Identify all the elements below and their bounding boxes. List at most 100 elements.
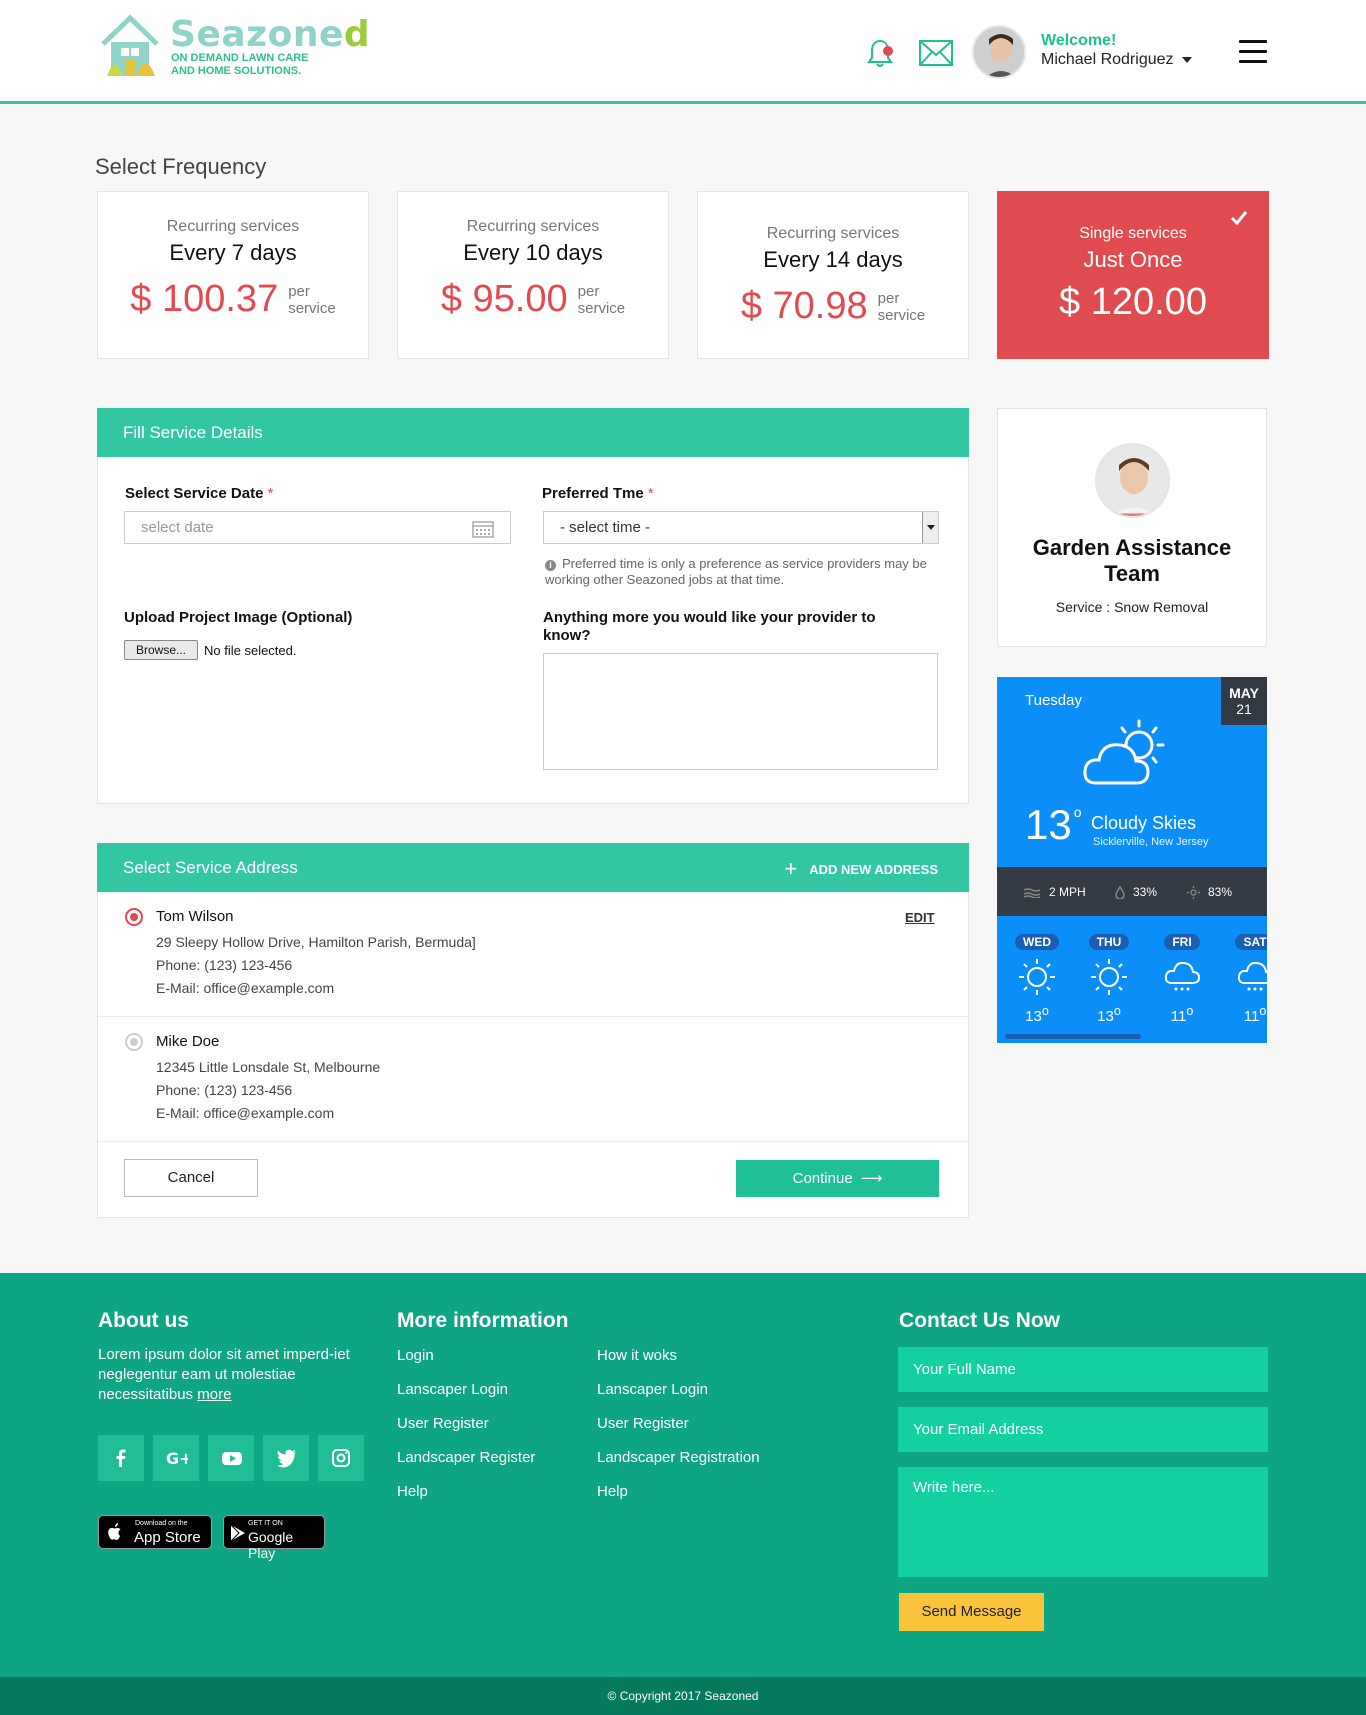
google-play-icon	[230, 1524, 245, 1542]
address-name: Tom Wilson	[156, 908, 234, 925]
more-link[interactable]: more	[197, 1386, 231, 1403]
youtube-icon[interactable]	[208, 1435, 254, 1481]
price-amount: $ 95.00	[440, 278, 568, 320]
forecast-day: FRI 11o	[1157, 933, 1207, 1025]
app-store-badge[interactable]: Download on the App Store	[98, 1515, 212, 1549]
google-play-badge[interactable]: GET IT ON Google Play	[223, 1515, 325, 1561]
browse-button[interactable]: Browse...	[124, 640, 198, 660]
footer-link-login[interactable]: Login	[397, 1347, 434, 1364]
footer-link-landscaper-registration[interactable]: Landscaper Registration	[597, 1449, 760, 1466]
frequency-price: $ 100.37 per service	[98, 278, 368, 321]
full-name-input[interactable]: Your Full Name	[898, 1347, 1268, 1392]
email-input[interactable]: Your Email Address	[898, 1407, 1268, 1452]
frequency-card-14-days[interactable]: Recurring services Every 14 days $ 70.98…	[697, 191, 969, 359]
footer-link-landscaper-login[interactable]: Lanscaper Login	[597, 1381, 708, 1398]
calendar-icon[interactable]	[472, 520, 494, 538]
site-footer: About us Lorem ipsum dolor sit amet impe…	[0, 1273, 1366, 1677]
frequency-sub: Single services	[1079, 225, 1187, 242]
price-unit: per service	[288, 282, 336, 317]
weather-condition: Cloudy Skies	[1091, 813, 1197, 833]
footer-link-help[interactable]: Help	[597, 1483, 628, 1500]
welcome-label: Welcome!	[1041, 32, 1117, 49]
forecast-scrollbar[interactable]	[1005, 1034, 1141, 1039]
footer-link-help[interactable]: Help	[397, 1483, 428, 1500]
frequency-label: Every 7 days	[169, 240, 297, 265]
wind-stat: 2 MPH	[1023, 885, 1086, 899]
service-date-input[interactable]: select date	[124, 511, 511, 544]
price-unit: per service	[577, 282, 626, 317]
info-icon: i	[545, 560, 556, 571]
footer-link-landscaper-register[interactable]: Landscaper Register	[397, 1449, 535, 1466]
sun-small-icon	[1187, 886, 1200, 900]
service-address-panel: Select Service Address + ADD NEW ADDRESS …	[97, 843, 969, 1218]
chevron-down-icon[interactable]	[1181, 56, 1192, 63]
add-new-address-button[interactable]: + ADD NEW ADDRESS	[784, 844, 938, 893]
edit-address-link[interactable]: EDIT	[905, 910, 935, 925]
divider	[98, 1016, 968, 1017]
footer-link-user-register[interactable]: User Register	[597, 1415, 689, 1432]
frequency-sub: Recurring services	[766, 225, 900, 242]
mail-icon[interactable]	[919, 40, 953, 66]
forecast-day: WED 13o	[1012, 933, 1062, 1025]
frequency-card-just-once[interactable]: Single services Just Once $ 120.00	[997, 191, 1269, 359]
message-textarea[interactable]: Write here...	[898, 1467, 1268, 1577]
preferred-time-select[interactable]: - select time -	[543, 511, 939, 544]
address-email: E-Mail: office@example.com	[156, 980, 335, 996]
partly-cloudy-icon	[1083, 719, 1165, 785]
preferred-time-label: Preferred Tme *	[542, 485, 654, 502]
frequency-title: Select Frequency	[95, 154, 267, 179]
weather-stats-bar: 2 MPH 33% 83%	[997, 867, 1267, 916]
menu-icon[interactable]	[1239, 40, 1267, 64]
address-radio[interactable]	[125, 1033, 143, 1051]
provider-card: Garden Assistance Team Service : Snow Re…	[997, 408, 1267, 647]
sun-icon	[1019, 959, 1055, 995]
instagram-icon[interactable]	[318, 1435, 364, 1481]
divider	[98, 1141, 968, 1142]
snow-cloud-icon	[1237, 961, 1267, 991]
cancel-button[interactable]: Cancel	[124, 1159, 258, 1197]
no-file-label: No file selected.	[204, 643, 297, 658]
address-phone: Phone: (123) 123-456	[156, 1082, 293, 1098]
about-title: About us	[98, 1309, 189, 1332]
frequency-card-10-days[interactable]: Recurring services Every 10 days $ 95.00…	[397, 191, 669, 359]
weather-location: Sicklerville, New Jersey	[1093, 836, 1209, 848]
apple-icon	[108, 1523, 121, 1540]
precipitation-stat: 33%	[1115, 885, 1157, 900]
chevron-down-icon[interactable]	[922, 512, 938, 543]
footer-link-user-register[interactable]: User Register	[397, 1415, 489, 1432]
twitter-icon[interactable]	[263, 1435, 309, 1481]
site-header: Seazoned ON DEMAND LAWN CARE AND HOME SO…	[0, 0, 1366, 104]
footer-link-how-it-works[interactable]: How it woks	[597, 1347, 677, 1364]
sun-icon	[1091, 959, 1127, 995]
user-menu[interactable]: Michael Rodriguez	[1041, 51, 1192, 69]
logo-house-icon[interactable]	[97, 14, 163, 78]
address-phone: Phone: (123) 123-456	[156, 957, 293, 973]
footer-link-landscaper-login[interactable]: Lanscaper Login	[397, 1381, 508, 1398]
user-avatar-image	[974, 27, 1024, 77]
logo-wordmark[interactable]: Seazoned	[170, 14, 370, 55]
provider-notes-label: Anything more you would like your provid…	[543, 609, 876, 644]
facebook-icon[interactable]	[98, 1435, 144, 1481]
frequency-label: Every 14 days	[763, 247, 903, 272]
provider-name: Garden Assistance Team	[1032, 535, 1232, 586]
bell-icon[interactable]	[866, 38, 894, 68]
frequency-label: Every 10 days	[463, 240, 603, 265]
google-plus-icon[interactable]: G+	[153, 1435, 199, 1481]
svg-text:G+: G+	[166, 1449, 188, 1468]
price-unit: per service	[877, 289, 926, 324]
address-radio-selected[interactable]	[125, 908, 143, 926]
frequency-sub: Recurring services	[466, 218, 600, 235]
weather-day: Tuesday	[1025, 692, 1082, 709]
user-avatar[interactable]	[972, 25, 1026, 79]
upload-label: Upload Project Image (Optional)	[124, 609, 353, 626]
provider-notes-textarea[interactable]	[543, 653, 938, 770]
send-message-button[interactable]: Send Message	[899, 1593, 1044, 1631]
address-name: Mike Doe	[156, 1033, 220, 1050]
price-amount: $ 120.00	[1059, 281, 1207, 323]
service-date-label: Select Service Date *	[125, 485, 274, 502]
frequency-card-7-days[interactable]: Recurring services Every 7 days $ 100.37…	[97, 191, 369, 359]
checkmark-icon	[1230, 211, 1248, 226]
plus-icon: +	[784, 856, 798, 881]
wind-icon	[1023, 888, 1041, 898]
continue-button[interactable]: Continue ⟶	[736, 1160, 939, 1197]
